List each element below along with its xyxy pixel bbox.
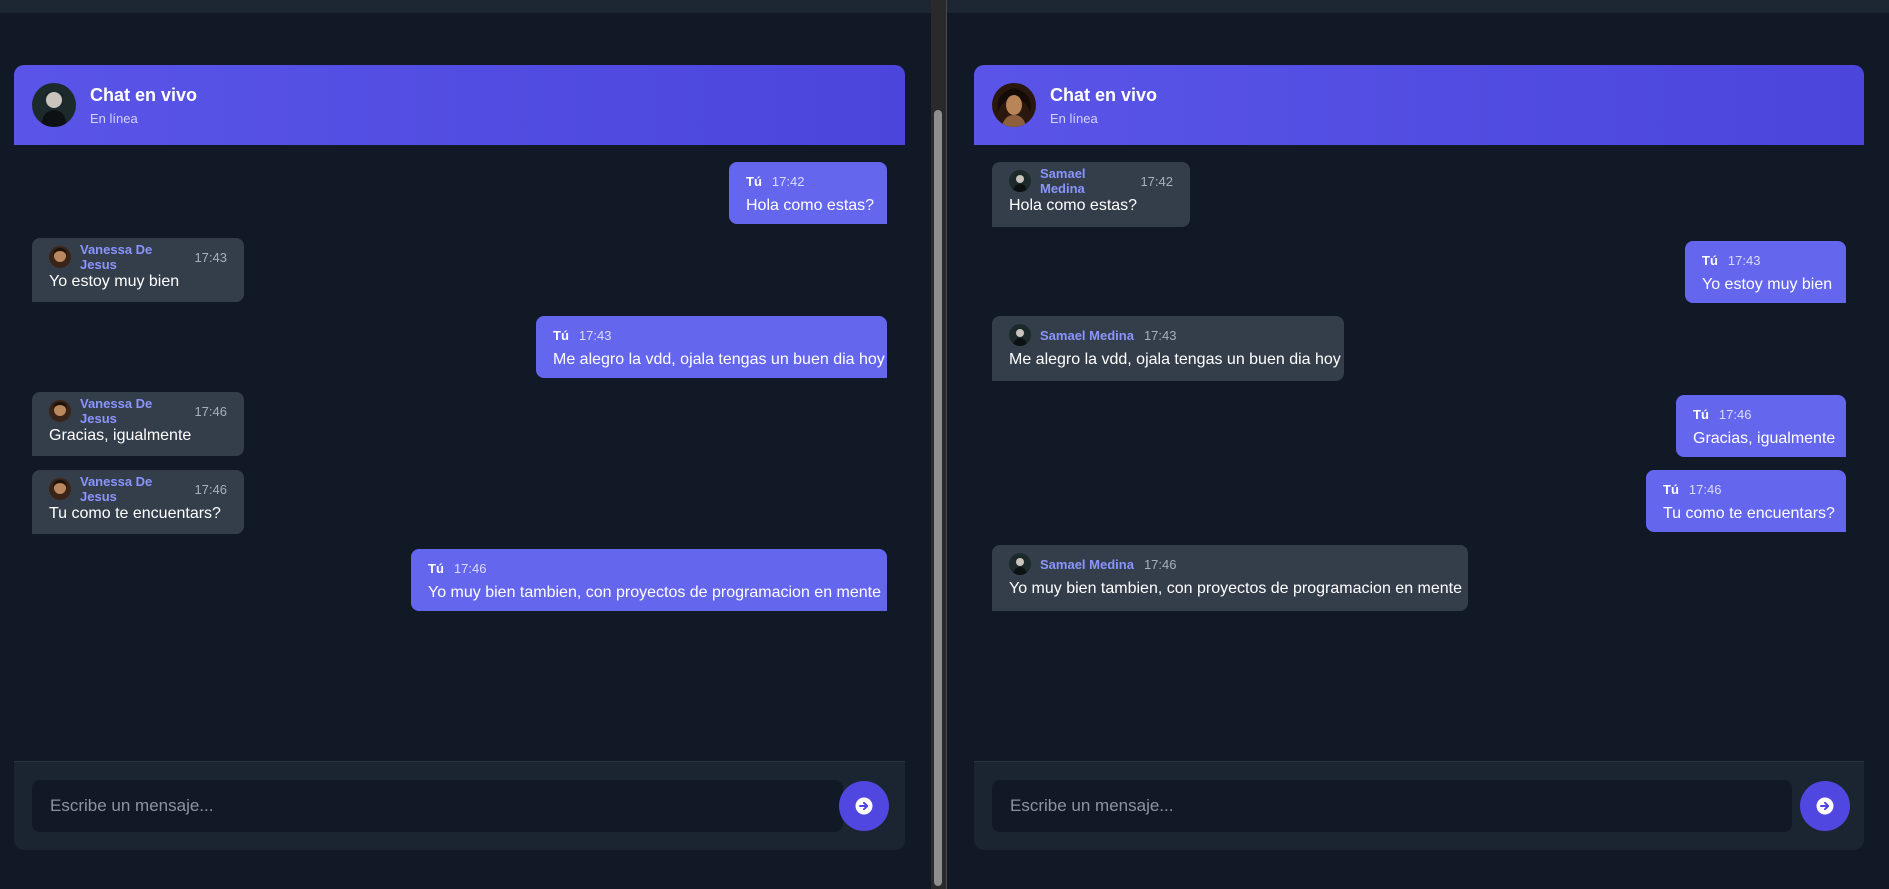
message-text: Yo muy bien tambien, con proyectos de pr… — [1009, 580, 1463, 597]
message-text: Tu como te encuentars? — [49, 505, 221, 522]
message-text: Gracias, igualmente — [1693, 430, 1836, 447]
sender-name: Samael Medina — [1040, 327, 1134, 343]
message-time: 17:43 — [1727, 252, 1761, 268]
message-text: Hola como estas? — [746, 197, 875, 214]
message-text: Yo estoy muy bien — [1702, 276, 1833, 293]
sender-name: Vanessa De Jesus — [80, 242, 153, 272]
scrollbar-thumb[interactable] — [934, 110, 942, 886]
message-time: 17:46 — [453, 560, 487, 576]
chat-header: Chat en vivo En línea — [974, 65, 1864, 145]
top-bar — [0, 0, 931, 13]
woman-avatar-icon — [49, 400, 71, 422]
message-bubble-own: Tú 17:46 Yo muy bien tambien, con proyect… — [411, 549, 887, 611]
sender-name: Vanessa De Jesus — [80, 474, 153, 504]
chat-pane-left: Chat en vivo En línea Tú 17:42 Hola como … — [0, 0, 931, 889]
online-status: En línea — [90, 111, 138, 126]
message-time: 17:43 — [578, 327, 612, 343]
message-time: 17:43 — [1143, 327, 1177, 343]
man-avatar-icon — [1009, 170, 1031, 192]
message-text: Gracias, igualmente — [49, 427, 192, 444]
message-time: 17:43 — [194, 249, 227, 265]
message-text: Yo muy bien tambien, con proyectos de pr… — [428, 584, 882, 601]
message-bubble-own: Tú 17:43 Yo estoy muy bien — [1685, 241, 1846, 303]
sender-name: Tú — [1702, 252, 1718, 268]
woman-avatar-icon — [49, 478, 71, 500]
chat-title: Chat en vivo — [1050, 85, 1158, 105]
message-input[interactable] — [992, 780, 1792, 832]
send-button[interactable] — [1800, 781, 1850, 831]
message-composer — [974, 761, 1864, 850]
woman-avatar-icon — [49, 246, 71, 268]
chat-title: Chat en vivo — [90, 85, 198, 105]
message-bubble-other: Vanessa De Jesus 17:46 Tu como te encuent… — [32, 470, 244, 534]
sender-name: Samael Medina — [1040, 556, 1134, 572]
message-text: Hola como estas? — [1009, 197, 1138, 214]
sender-name: Samael Medina — [1040, 166, 1086, 196]
message-bubble-other: Samael Medina 17:43 Me alegro la vdd, oja… — [992, 316, 1344, 381]
message-bubble-other: Vanessa De Jesus 17:43 Yo estoy muy bien — [32, 238, 244, 302]
man-avatar-icon — [1009, 324, 1031, 346]
sender-name: Tú — [1663, 481, 1679, 497]
message-bubble-other: Samael Medina 17:46 Yo muy bien tambien, … — [992, 545, 1468, 611]
message-time: 17:46 — [1688, 481, 1722, 497]
online-status: En línea — [1050, 111, 1098, 126]
chat-header: Chat en vivo En línea — [14, 65, 905, 145]
man-avatar-icon — [1009, 553, 1031, 575]
avatar — [992, 83, 1036, 127]
sender-name: Tú — [746, 173, 762, 189]
sender-name: Tú — [1693, 406, 1709, 422]
send-button[interactable] — [839, 781, 889, 831]
arrow-right-circle-icon — [855, 797, 873, 815]
sender-name: Tú — [428, 560, 444, 576]
message-text: Me alegro la vdd, ojala tengas un buen d… — [1009, 351, 1341, 368]
message-text: Yo estoy muy bien — [49, 273, 180, 290]
message-bubble-own: Tú 17:43 Me alegro la vdd, ojala tengas u… — [536, 316, 887, 378]
message-bubble-other: Vanessa De Jesus 17:46 Gracias, igualment… — [32, 392, 244, 456]
message-time: 17:42 — [1140, 173, 1173, 189]
message-input[interactable] — [32, 780, 843, 832]
message-bubble-own: Tú 17:42 Hola como estas? — [729, 162, 887, 224]
arrow-right-circle-icon — [1816, 797, 1834, 815]
sender-name: Tú — [553, 327, 569, 343]
message-composer — [14, 761, 905, 850]
message-time: 17:46 — [1143, 556, 1177, 572]
chat-pane-right: Chat en vivo En línea Samael Medina 17:42… — [947, 0, 1889, 889]
message-time: 17:46 — [1718, 406, 1752, 422]
sender-name: Vanessa De Jesus — [80, 396, 153, 426]
avatar — [32, 83, 76, 127]
message-time: 17:46 — [194, 403, 227, 419]
message-time: 17:46 — [194, 481, 227, 497]
message-text: Tu como te encuentars? — [1663, 505, 1835, 522]
message-bubble-own: Tú 17:46 Tu como te encuentars? — [1646, 470, 1846, 532]
message-text: Me alegro la vdd, ojala tengas un buen d… — [553, 351, 885, 368]
message-bubble-other: Samael Medina 17:42 Hola como estas? — [992, 162, 1190, 227]
message-bubble-own: Tú 17:46 Gracias, igualmente — [1676, 395, 1846, 457]
message-time: 17:42 — [771, 173, 805, 189]
top-bar — [947, 0, 1889, 13]
